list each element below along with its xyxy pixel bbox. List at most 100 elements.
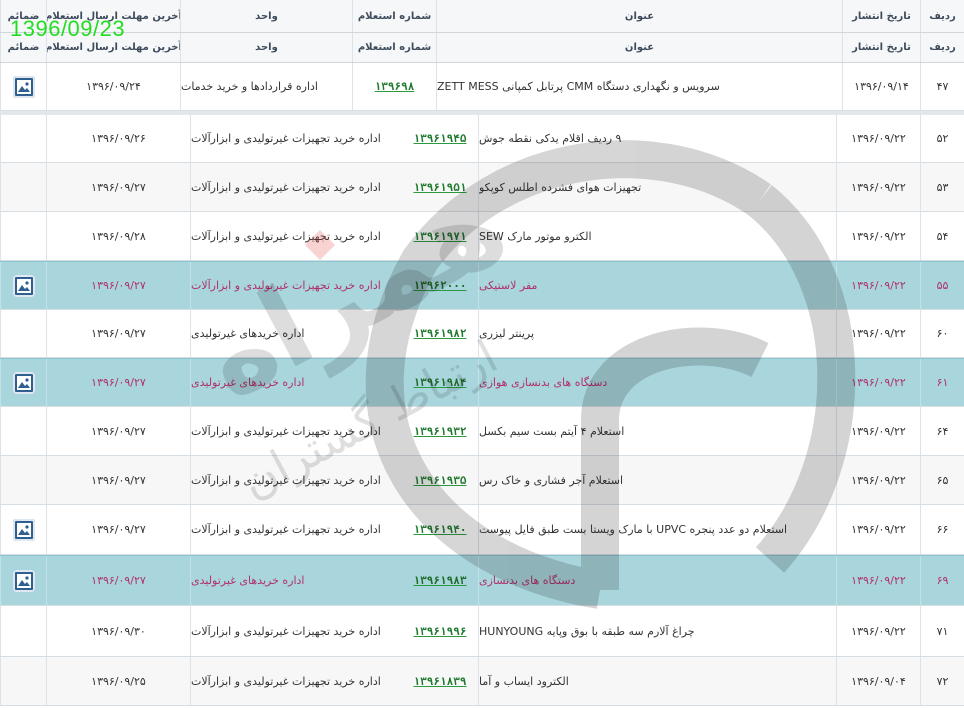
inquiry-title: سرویس و نگهداری دستگاه CMM پرتابل کمپانی…	[436, 63, 842, 110]
inquiry-number-link[interactable]: ۱۳۹۶۱۸۳۹	[400, 657, 480, 705]
table-row: ۴۷ ۱۳۹۶/۰۹/۱۴ سرویس و نگهداری دستگاه CMM…	[0, 63, 964, 111]
inquiry-number-link[interactable]: ۱۳۹۶۱۹۵۱	[400, 163, 480, 211]
deadline-date: ۱۳۹۶/۰۹/۲۷	[46, 359, 190, 406]
inquiry-number-link[interactable]: ۱۳۹۶۱۹۷۱	[400, 212, 480, 260]
inquiry-number-link[interactable]: ۱۳۹۶۱۹۴۵	[400, 115, 480, 162]
publish-date: ۱۳۹۶/۰۹/۰۴	[836, 657, 920, 705]
attachment-cell	[0, 63, 46, 110]
row-number: ۷۲	[920, 657, 964, 705]
inquiry-number[interactable]: ۱۳۹۶۱۹۳۵	[414, 474, 467, 487]
inquiry-number[interactable]: ۱۳۹۶۱۹۷۱	[414, 230, 467, 243]
attachment-cell	[0, 262, 46, 309]
inquiry-number-link[interactable]: ۱۳۹۶۱۹۸۲	[400, 310, 480, 357]
table-row: ۶۱ ۱۳۹۶/۰۹/۲۲ دستگاه های بدنسازی هوازی ادار…	[0, 358, 964, 407]
header-pub-date[interactable]: تاریخ انتشار	[842, 33, 920, 62]
inquiry-title: استعلام آجر فشاری و خاک رس	[478, 456, 836, 504]
deadline-date: ۱۳۹۶/۰۹/۲۷	[46, 310, 190, 357]
publish-date: ۱۳۹۶/۰۹/۲۲	[836, 262, 920, 309]
attachment-cell	[0, 310, 46, 357]
inquiry-number[interactable]: ۱۳۹۶۱۹۹۶	[414, 625, 467, 638]
inquiry-number[interactable]: ۱۳۹۶۱۹۸۳	[414, 574, 467, 587]
publish-date: ۱۳۹۶/۰۹/۲۲	[836, 115, 920, 162]
publish-date: ۱۳۹۶/۰۹/۲۲	[836, 556, 920, 605]
row-number: ۵۵	[920, 262, 964, 309]
row-number: ۶۰	[920, 310, 964, 357]
attachment-cell	[0, 115, 46, 162]
row-number: ۷۱	[920, 606, 964, 656]
publish-date: ۱۳۹۶/۰۹/۲۲	[836, 407, 920, 455]
publish-date: ۱۳۹۶/۰۹/۲۲	[836, 163, 920, 211]
attachment-cell	[0, 606, 46, 656]
table-row: ۵۴ ۱۳۹۶/۰۹/۲۲ الکترو موتور مارک SEW اداره خ…	[0, 212, 964, 261]
inquiry-number-link[interactable]: ۱۳۹۶۱۹۳۵	[400, 456, 480, 504]
header-unit[interactable]: واحد	[180, 0, 352, 32]
header-inquiry-no[interactable]: شماره استعلام	[352, 33, 436, 62]
inquiry-title: مفر لاستیکی	[478, 262, 836, 309]
inquiry-number-link[interactable]: ۱۳۹۶۱۹۸۳	[400, 556, 480, 605]
row-number: ۵۳	[920, 163, 964, 211]
row-number: ۶۵	[920, 456, 964, 504]
row-number: ۵۴	[920, 212, 964, 260]
header-title[interactable]: عنوان	[436, 0, 842, 32]
inquiry-number[interactable]: ۱۳۹۶۱۹۸۴	[414, 376, 467, 389]
publish-date: ۱۳۹۶/۰۹/۲۲	[836, 505, 920, 554]
header-pub-date[interactable]: تاریخ انتشار	[842, 0, 920, 32]
inquiry-title: استعلام دو عدد پنجره UPVC با مارک ویستا …	[478, 505, 836, 554]
inquiry-number-link[interactable]: ۱۳۹۶۱۹۸۴	[400, 359, 480, 406]
header-title[interactable]: عنوان	[436, 33, 842, 62]
inquiry-number-link[interactable]: ۱۳۹۶۱۹۹۶	[400, 606, 480, 656]
attachment-cell	[0, 505, 46, 554]
row-number: ۵۲	[920, 115, 964, 162]
image-file-icon[interactable]	[12, 371, 35, 394]
publish-date: ۱۳۹۶/۰۹/۲۲	[836, 606, 920, 656]
table-row: ۶۶ ۱۳۹۶/۰۹/۲۲ استعلام دو عدد پنجره UPVC با…	[0, 505, 964, 555]
inquiry-title: دستگاه های بدنسازی هوازی	[478, 359, 836, 406]
table-row: ۶۴ ۱۳۹۶/۰۹/۲۲ استعلام ۴ آیتم بست سیم بکسل ا…	[0, 407, 964, 456]
deadline-date: ۱۳۹۶/۰۹/۲۷	[46, 163, 190, 211]
inquiry-number[interactable]: ۱۳۹۶۱۸۳۹	[414, 675, 467, 688]
inquiry-number[interactable]: ۱۳۹۶۱۹۴۵	[414, 132, 467, 145]
table-row: ۵۲ ۱۳۹۶/۰۹/۲۲ ۹ ردیف اقلام یدکی نقطه جوش اد…	[0, 115, 964, 163]
inquiry-title: تجهیزات هوای فشرده اطلس کوپکو	[478, 163, 836, 211]
deadline-date: ۱۳۹۶/۰۹/۲۷	[46, 407, 190, 455]
inquiry-number-link[interactable]: ۱۳۹۶۱۹۳۲	[400, 407, 480, 455]
publish-date: ۱۳۹۶/۰۹/۲۲	[836, 212, 920, 260]
row-number: ۴۷	[920, 63, 964, 110]
image-file-icon[interactable]	[12, 75, 35, 98]
row-number: ۶۴	[920, 407, 964, 455]
table-row: ۶۰ ۱۳۹۶/۰۹/۲۲ پرینتر لیزری اداره خریدهای غی…	[0, 310, 964, 358]
image-file-icon[interactable]	[12, 518, 35, 541]
attachment-cell	[0, 407, 46, 455]
inquiry-number[interactable]: ۱۳۹۶۱۹۸۲	[414, 327, 467, 340]
deadline-date: ۱۳۹۶/۰۹/۲۸	[46, 212, 190, 260]
deadline-date: ۱۳۹۶/۰۹/۲۷	[46, 456, 190, 504]
inquiry-title: پرینتر لیزری	[478, 310, 836, 357]
row-number: ۶۶	[920, 505, 964, 554]
inquiry-number[interactable]: ۱۳۹۶۲۰۰۰	[414, 279, 467, 292]
inquiry-number-link[interactable]: ۱۳۹۶۱۹۴۰	[400, 505, 480, 554]
inquiry-number-link[interactable]: ۱۳۹۶۲۰۰۰	[400, 262, 480, 309]
deadline-date: ۱۳۹۶/۰۹/۲۷	[46, 262, 190, 309]
header-inquiry-no[interactable]: شماره استعلام	[352, 0, 436, 32]
header-unit[interactable]: واحد	[180, 33, 352, 62]
inquiry-title: ۹ ردیف اقلام یدکی نقطه جوش	[478, 115, 836, 162]
header-row-no[interactable]: ردیف	[920, 0, 964, 32]
inquiry-number-link[interactable]: ۱۳۹۶۹۸	[352, 63, 436, 110]
inquiry-number[interactable]: ۱۳۹۶۹۸	[375, 80, 415, 93]
publish-date: ۱۳۹۶/۰۹/۲۲	[836, 456, 920, 504]
deadline-date: ۱۳۹۶/۰۹/۲۴	[46, 63, 180, 110]
deadline-date: ۱۳۹۶/۰۹/۳۰	[46, 606, 190, 656]
attachment-cell	[0, 359, 46, 406]
attachment-cell	[0, 163, 46, 211]
table-row: ۷۱ ۱۳۹۶/۰۹/۲۲ چراغ آلارم سه طبقه با بوق وپ…	[0, 606, 964, 657]
header-row-no[interactable]: ردیف	[920, 33, 964, 62]
image-file-icon[interactable]	[12, 569, 35, 592]
inquiry-title: الکترود ایساب و آما	[478, 657, 836, 705]
table-row: ۶۹ ۱۳۹۶/۰۹/۲۲ دستگاه های بدنسازی اداره خرید…	[0, 555, 964, 606]
inquiry-number[interactable]: ۱۳۹۶۱۹۵۱	[414, 181, 467, 194]
inquiry-number[interactable]: ۱۳۹۶۱۹۴۰	[414, 523, 467, 536]
inquiry-number[interactable]: ۱۳۹۶۱۹۳۲	[414, 425, 467, 438]
inquiry-title: چراغ آلارم سه طبقه با بوق وپایه HUNYOUNG	[478, 606, 836, 656]
attachment-cell	[0, 456, 46, 504]
image-file-icon[interactable]	[12, 274, 35, 297]
